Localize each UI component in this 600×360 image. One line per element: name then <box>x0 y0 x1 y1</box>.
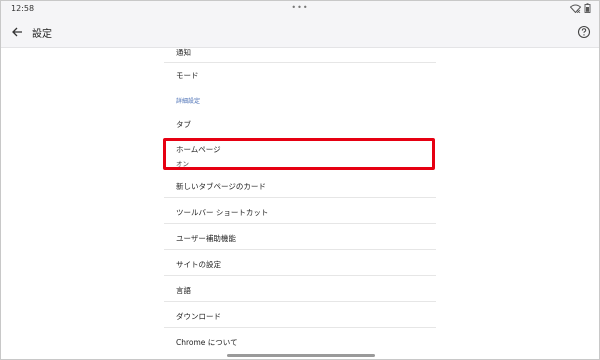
arrow-left-icon <box>11 23 23 42</box>
settings-item-label: 通知 <box>176 48 191 57</box>
app-bar: 設定 <box>1 17 599 48</box>
status-dots: ••• <box>291 3 309 12</box>
help-button[interactable] <box>577 24 591 39</box>
screen: 12:58 ••• 設定 通知 モード 詳細設定 タブ ホームページ オン 新し… <box>0 0 600 360</box>
settings-item-notifications[interactable]: 通知 <box>164 47 436 61</box>
settings-item-ntp-cards[interactable]: 新しいタブページのカード <box>164 181 436 195</box>
wifi-icon <box>569 4 582 16</box>
divider <box>164 275 436 276</box>
divider <box>164 223 436 224</box>
page-title: 設定 <box>32 29 52 40</box>
settings-item-site-settings[interactable]: サイトの設定 <box>164 259 436 273</box>
settings-item-label: モード <box>176 71 199 80</box>
settings-item-downloads[interactable]: ダウンロード <box>164 311 436 325</box>
settings-item-label: 言語 <box>176 286 191 295</box>
section-header-advanced: 詳細設定 <box>176 98 201 105</box>
status-bar: 12:58 ••• <box>1 1 599 17</box>
settings-item-mode[interactable]: モード <box>164 70 436 84</box>
divider <box>164 301 436 302</box>
settings-item-label: 新しいタブページのカード <box>176 182 266 191</box>
settings-item-label: サイトの設定 <box>176 260 221 269</box>
divider <box>164 197 436 198</box>
divider <box>164 327 436 328</box>
settings-item-accessibility[interactable]: ユーザー補助機能 <box>164 233 436 247</box>
settings-item-label: ユーザー補助機能 <box>176 234 236 243</box>
divider <box>164 62 436 63</box>
settings-item-label: Chrome について <box>176 338 238 347</box>
help-circle-icon <box>577 24 591 43</box>
settings-item-label: ダウンロード <box>176 312 221 321</box>
status-icons <box>569 3 591 16</box>
settings-item-toolbar-shortcut[interactable]: ツールバー ショートカット <box>164 207 436 221</box>
settings-item-about-chrome[interactable]: Chrome について <box>164 337 436 351</box>
gesture-nav-handle[interactable] <box>227 354 375 357</box>
back-button[interactable] <box>9 24 25 40</box>
battery-icon <box>584 3 591 16</box>
settings-item-label: タブ <box>176 120 191 129</box>
settings-item-tabs[interactable]: タブ <box>164 119 436 133</box>
settings-item-languages[interactable]: 言語 <box>164 285 436 299</box>
status-time: 12:58 <box>11 4 35 13</box>
settings-item-label: ツールバー ショートカット <box>176 208 269 217</box>
highlight-box <box>163 138 435 170</box>
divider <box>164 249 436 250</box>
